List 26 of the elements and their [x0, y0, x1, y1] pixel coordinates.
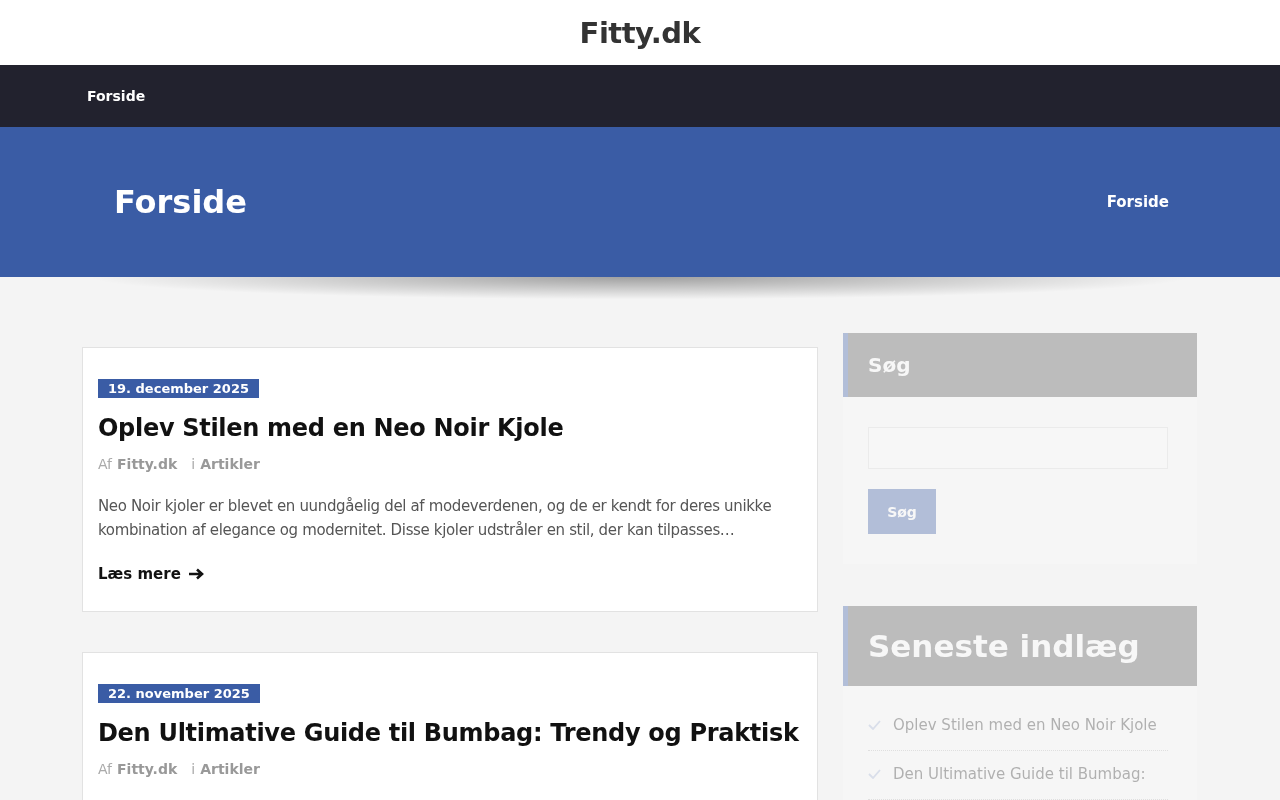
breadcrumb-link[interactable]: Forside — [1106, 193, 1169, 211]
post-excerpt: Neo Noir kjoler er blevet en uundgåelig del af modeverdenen, og de er kendt for deres unikke kombination af elegance og modernitet. Disse kjoler udstråler en stil, der kan tilpasses… — [98, 496, 773, 541]
widget-title: Seneste indlæg — [868, 628, 1140, 664]
recent-post-link[interactable]: Den Ultimative Guide til Bumbag: — [893, 765, 1146, 783]
category-link[interactable]: Artikler — [200, 456, 260, 472]
post-date: 22. november 2025 — [98, 684, 260, 703]
check-icon — [868, 769, 881, 779]
post-date: 19. december 2025 — [98, 379, 259, 398]
by-label: Af — [98, 456, 112, 472]
check-icon — [868, 720, 881, 730]
page-title: Forside — [114, 183, 247, 221]
read-more-link[interactable]: Læs mere — [98, 565, 205, 583]
by-label: Af — [98, 761, 112, 777]
site-title[interactable]: Fitty.dk — [579, 15, 701, 50]
widget-title: Søg — [868, 353, 911, 377]
search-button[interactable]: Søg — [868, 489, 936, 534]
recent-post-link[interactable]: Oplev Stilen med en Neo Noir Kjole — [893, 716, 1157, 734]
post-title[interactable]: Oplev Stilen med en Neo Noir Kjole — [98, 414, 802, 442]
in-label: i — [191, 456, 196, 472]
nav-link[interactable]: Forside — [87, 88, 146, 104]
post-title[interactable]: Den Ultimative Guide til Bumbag: Trendy og Praktisk — [98, 719, 802, 747]
arrow-right-icon — [188, 568, 205, 580]
author-link[interactable]: Fitty.dk — [117, 456, 178, 472]
author-link[interactable]: Fitty.dk — [117, 761, 178, 777]
in-label: i — [191, 761, 196, 777]
category-link[interactable]: Artikler — [200, 761, 260, 777]
